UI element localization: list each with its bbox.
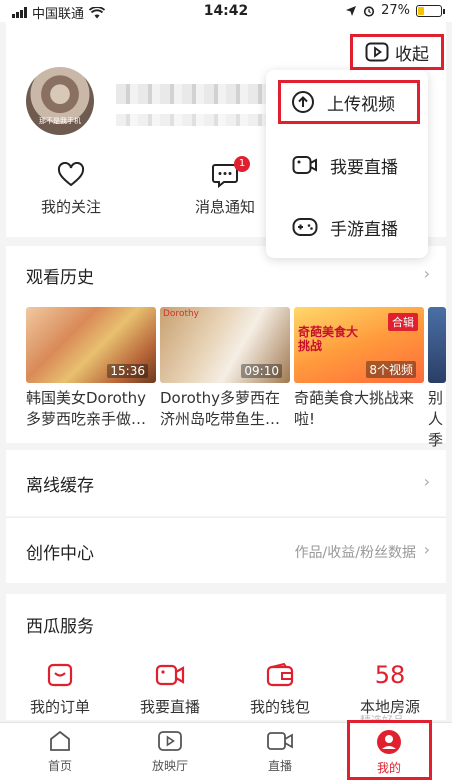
heart-icon bbox=[57, 162, 85, 187]
video-title[interactable]: 韩国美女Dorothy多萝西吃亲手做… bbox=[26, 388, 156, 430]
tab-home[interactable]: 首页 bbox=[10, 729, 110, 774]
creator-center-subtitle: 作品/收益/粉丝数据 bbox=[294, 545, 416, 561]
offline-cache-row[interactable]: 离线缓存 › bbox=[6, 450, 446, 516]
history-title[interactable]: 观看历史 bbox=[26, 263, 94, 288]
username-blurred bbox=[116, 84, 266, 104]
video-play-icon bbox=[365, 42, 389, 62]
notifications-label: 消息通知 bbox=[194, 198, 255, 216]
58-logo-icon: 58 bbox=[374, 661, 406, 689]
status-bar: 中国联通 14:42 27% bbox=[0, 0, 452, 22]
gamepad-icon bbox=[292, 218, 318, 236]
creator-center-row[interactable]: 创作中心 作品/收益/粉丝数据 › bbox=[6, 517, 446, 583]
video-thumbnail[interactable]: Dorothy 09:10 bbox=[160, 307, 290, 383]
my-orders-button[interactable]: 我的订单 bbox=[10, 662, 110, 717]
video-count: 8个视频 bbox=[366, 361, 416, 378]
collection-tag: 合辑 bbox=[388, 313, 418, 331]
tab-home-label: 首页 bbox=[47, 759, 72, 773]
collapse-label: 收起 bbox=[395, 44, 429, 65]
chevron-right-icon: › bbox=[423, 472, 430, 491]
avatar-caption: 那不是我手机 bbox=[39, 117, 81, 125]
video-thumbnail[interactable]: 奇葩美食大挑战 合辑 8个视频 bbox=[294, 307, 424, 383]
video-duration: 09:10 bbox=[241, 364, 282, 378]
video-title[interactable]: Dorothy多萝西在济州岛吃带鱼生… bbox=[160, 388, 290, 430]
order-icon bbox=[47, 663, 73, 687]
live-camera-icon bbox=[155, 664, 185, 686]
home-icon bbox=[50, 730, 70, 751]
go-live-service-button[interactable]: 我要直播 bbox=[120, 662, 220, 717]
tab-cinema[interactable]: 放映厅 bbox=[120, 729, 220, 774]
services-section: 西瓜服务 我的订单 我要直播 我的钱包 58 本地房源 bbox=[6, 594, 446, 720]
notification-badge: 1 bbox=[234, 156, 250, 172]
popup-menu: 上传视频 我要直播 手游直播 bbox=[266, 70, 428, 258]
offline-cache-label: 离线缓存 bbox=[26, 476, 94, 496]
game-live-label: 手游直播 bbox=[330, 219, 398, 240]
chevron-right-icon[interactable]: › bbox=[424, 264, 430, 283]
video-thumbnail[interactable] bbox=[428, 307, 446, 383]
go-live-label: 我要直播 bbox=[330, 157, 398, 178]
collapse-button[interactable]: 收起 bbox=[350, 34, 444, 70]
watch-history-section: 观看历史 › 15:36 韩国美女Dorothy多萝西吃亲手做… Dorothy… bbox=[6, 246, 446, 449]
tab-live[interactable]: 直播 bbox=[230, 729, 330, 774]
tab-live-label: 直播 bbox=[267, 759, 292, 773]
video-thumbnail[interactable]: 15:36 bbox=[26, 307, 156, 383]
alarm-icon bbox=[363, 5, 375, 17]
user-info-blurred bbox=[116, 114, 266, 126]
thumbnail-overlay-text: Dorothy bbox=[163, 309, 200, 319]
thumbnail-overlay-text: 奇葩美食大挑战 bbox=[298, 325, 359, 353]
battery-percent: 27% bbox=[381, 3, 410, 18]
play-icon bbox=[158, 731, 182, 751]
upload-video-item[interactable]: 上传视频 bbox=[278, 80, 420, 124]
video-duration: 15:36 bbox=[107, 364, 148, 378]
follow-button[interactable]: 我的关注 bbox=[16, 162, 126, 217]
video-title[interactable]: 别人季 bbox=[428, 388, 446, 451]
live-icon bbox=[267, 732, 293, 750]
services-title: 西瓜服务 bbox=[26, 617, 94, 637]
creator-center-label: 创作中心 bbox=[26, 544, 94, 564]
my-orders-label: 我的订单 bbox=[29, 698, 90, 716]
go-live-item[interactable]: 我要直播 bbox=[292, 145, 398, 185]
my-wallet-button[interactable]: 我的钱包 bbox=[230, 662, 330, 717]
follow-label: 我的关注 bbox=[40, 198, 101, 216]
chevron-right-icon: › bbox=[423, 540, 430, 559]
tab-cinema-label: 放映厅 bbox=[151, 759, 188, 773]
notifications-button[interactable]: 1 消息通知 bbox=[170, 156, 280, 217]
bottom-tab-bar: 首页 放映厅 直播 我的 bbox=[0, 720, 452, 781]
upload-video-label: 上传视频 bbox=[327, 94, 395, 115]
game-live-item[interactable]: 手游直播 bbox=[292, 207, 398, 247]
tab-highlight-box bbox=[347, 720, 432, 780]
avatar[interactable]: 那不是我手机 bbox=[26, 67, 94, 135]
local-housing-button[interactable]: 58 本地房源 bbox=[340, 661, 440, 717]
camera-icon bbox=[292, 156, 317, 174]
wallet-icon bbox=[266, 662, 294, 687]
upload-icon bbox=[292, 91, 314, 113]
my-wallet-label: 我的钱包 bbox=[249, 698, 310, 716]
battery-icon bbox=[416, 4, 445, 17]
video-title[interactable]: 奇葩美食大挑战来啦! bbox=[294, 388, 424, 430]
go-live-service-label: 我要直播 bbox=[139, 698, 200, 716]
location-icon bbox=[346, 5, 357, 16]
